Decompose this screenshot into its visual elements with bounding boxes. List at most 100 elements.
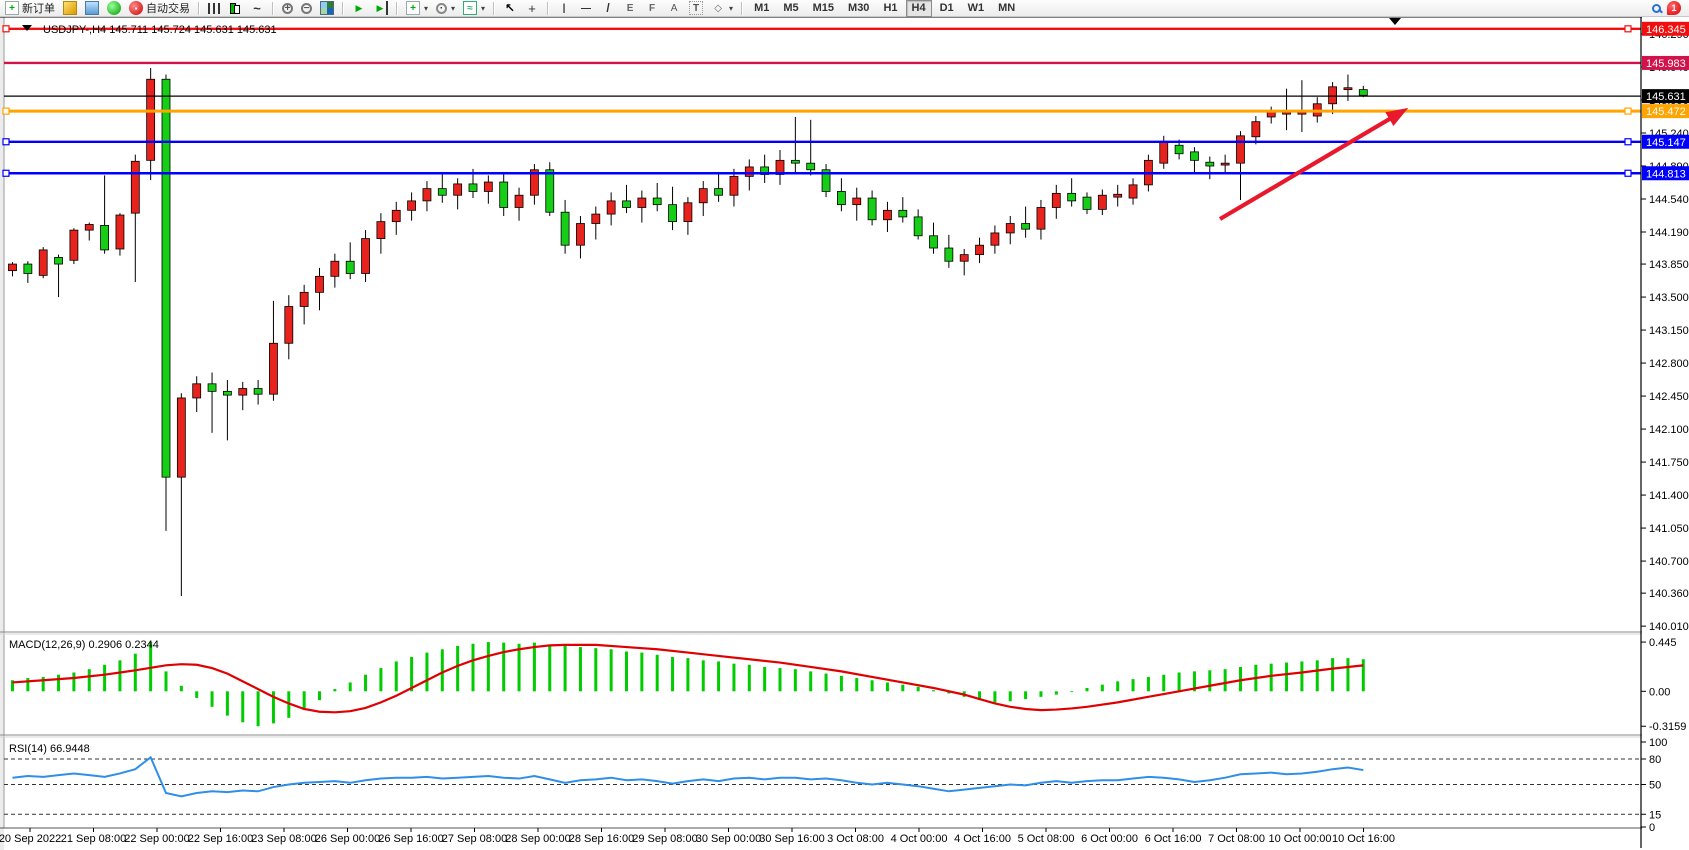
toolbar-separator [396,2,398,15]
auto-scroll-button[interactable] [349,0,369,17]
zoom-out-icon [301,3,312,14]
hline-handle[interactable] [1625,139,1631,145]
svg-text:145.983: 145.983 [1646,58,1686,70]
shapes-icon [711,1,725,15]
horizontal-line-button[interactable] [576,0,596,17]
timeframe-button-m15[interactable]: M15 [807,0,840,17]
svg-text:15: 15 [1649,809,1661,821]
hline-handle[interactable] [3,170,9,176]
time-axis-label: 28 Sep 16:00 [569,833,634,845]
candle-chart-icon [228,1,242,15]
toolbar-separator [272,2,274,15]
time-axis-label: 3 Oct 08:00 [827,833,884,845]
svg-text:144.190: 144.190 [1649,227,1689,239]
indicators-button[interactable]: ▾ [403,0,431,17]
timeframe-button-m30[interactable]: M30 [842,0,875,17]
bar-chart-button[interactable] [205,0,223,17]
styles-icon [63,1,77,15]
crosshair-button[interactable] [522,0,542,17]
tile-windows-button[interactable] [317,0,337,17]
shapes-button[interactable]: ▾ [708,0,736,17]
text-label-icon [689,1,703,15]
cursor-button[interactable] [500,0,520,17]
zoom-in-button[interactable] [279,0,296,17]
time-axis-label: 26 Sep 00:00 [315,833,380,845]
equidistant-channel-button[interactable] [620,0,640,17]
time-axis-label: 10 Oct 16:00 [1332,833,1395,845]
time-axis-label: 26 Sep 16:00 [378,833,443,845]
chart-canvas[interactable]: 146.290145.940145.590145.240144.890144.5… [0,0,1689,850]
time-axis-label: 4 Oct 00:00 [891,833,948,845]
autotrading-icon [129,1,143,15]
time-axis-label: 6 Oct 00:00 [1081,833,1138,845]
svg-text:143.150: 143.150 [1649,325,1689,337]
svg-text:140.010: 140.010 [1649,621,1689,633]
line-chart-button[interactable] [247,0,267,17]
hline-handle[interactable] [1625,170,1631,176]
bar-chart-icon [208,3,220,14]
svg-text:145.147: 145.147 [1646,137,1686,149]
autotrading-button[interactable]: 自动交易 [126,0,193,17]
auto-scroll-icon [352,1,366,15]
fibonacci-icon [645,1,659,15]
svg-text:145.631: 145.631 [1646,91,1686,103]
indicators-dropdown-caret[interactable]: ▾ [424,4,428,13]
timeframe-button-w1[interactable]: W1 [962,0,991,17]
search-icon[interactable] [1652,4,1661,13]
timeframe-button-m5[interactable]: M5 [777,0,804,17]
trendline-icon [601,1,615,15]
text-button[interactable] [664,0,684,17]
notification-icon[interactable] [1667,1,1681,15]
text-icon [667,1,681,15]
svg-text:0: 0 [1649,822,1655,834]
hline-handle[interactable] [3,108,9,114]
time-axis-label: 30 Sep 00:00 [696,833,761,845]
time-axis-label: 4 Oct 16:00 [954,833,1011,845]
svg-text:50: 50 [1649,780,1661,792]
time-axis-label: 23 Sep 08:00 [251,833,316,845]
new-order-label: 新订单 [22,0,55,16]
shapes-dropdown-caret[interactable]: ▾ [729,4,733,13]
chart-window[interactable]: 146.290145.940145.590145.240144.890144.5… [0,0,1689,850]
zoom-out-button[interactable] [298,0,315,17]
styles-button[interactable] [60,0,80,17]
timeframe-button-h1[interactable]: H1 [877,0,903,17]
templates-dropdown-caret[interactable]: ▾ [481,4,485,13]
hline-handle[interactable] [3,139,9,145]
svg-text:140.360: 140.360 [1649,588,1689,600]
candle-chart-button[interactable] [225,0,245,17]
hline-handle[interactable] [1625,26,1631,32]
svg-text:0.445: 0.445 [1649,637,1677,649]
svg-text:145.472: 145.472 [1646,106,1686,118]
hline-handle[interactable] [1625,108,1631,114]
fibonacci-button[interactable] [642,0,662,17]
line-chart-icon [250,1,264,15]
equidistant-channel-icon [623,1,637,15]
timeframe-button-d1[interactable]: D1 [934,0,960,17]
chart-shift-icon [374,1,388,15]
new-order-button[interactable]: 新订单 [2,0,58,17]
market-watch-button[interactable] [82,0,102,17]
time-axis-label: 6 Oct 16:00 [1145,833,1202,845]
svg-text:141.750: 141.750 [1649,457,1689,469]
trendline-button[interactable] [598,0,618,17]
svg-text:141.400: 141.400 [1649,490,1689,502]
time-axis-label: 10 Oct 00:00 [1269,833,1332,845]
timeframe-button-m1[interactable]: M1 [748,0,775,17]
timeframe-button-h4[interactable]: H4 [906,0,932,17]
templates-button[interactable]: ▾ [460,0,488,17]
timeframe-button-mn[interactable]: MN [992,0,1021,17]
signals-button[interactable] [104,0,124,17]
text-label-button[interactable] [686,0,706,17]
hline-handle[interactable] [3,26,9,32]
periods-button[interactable]: ▾ [433,0,458,17]
chart-shift-button[interactable] [371,0,391,17]
svg-text:142.450: 142.450 [1649,391,1689,403]
zoom-in-icon [282,3,293,14]
tile-windows-icon [320,1,334,15]
periods-dropdown-caret[interactable]: ▾ [451,4,455,13]
svg-text:-0.3159: -0.3159 [1649,721,1686,733]
vertical-line-button[interactable] [554,0,574,17]
svg-text:140.700: 140.700 [1649,556,1689,568]
svg-text:100: 100 [1649,737,1667,749]
